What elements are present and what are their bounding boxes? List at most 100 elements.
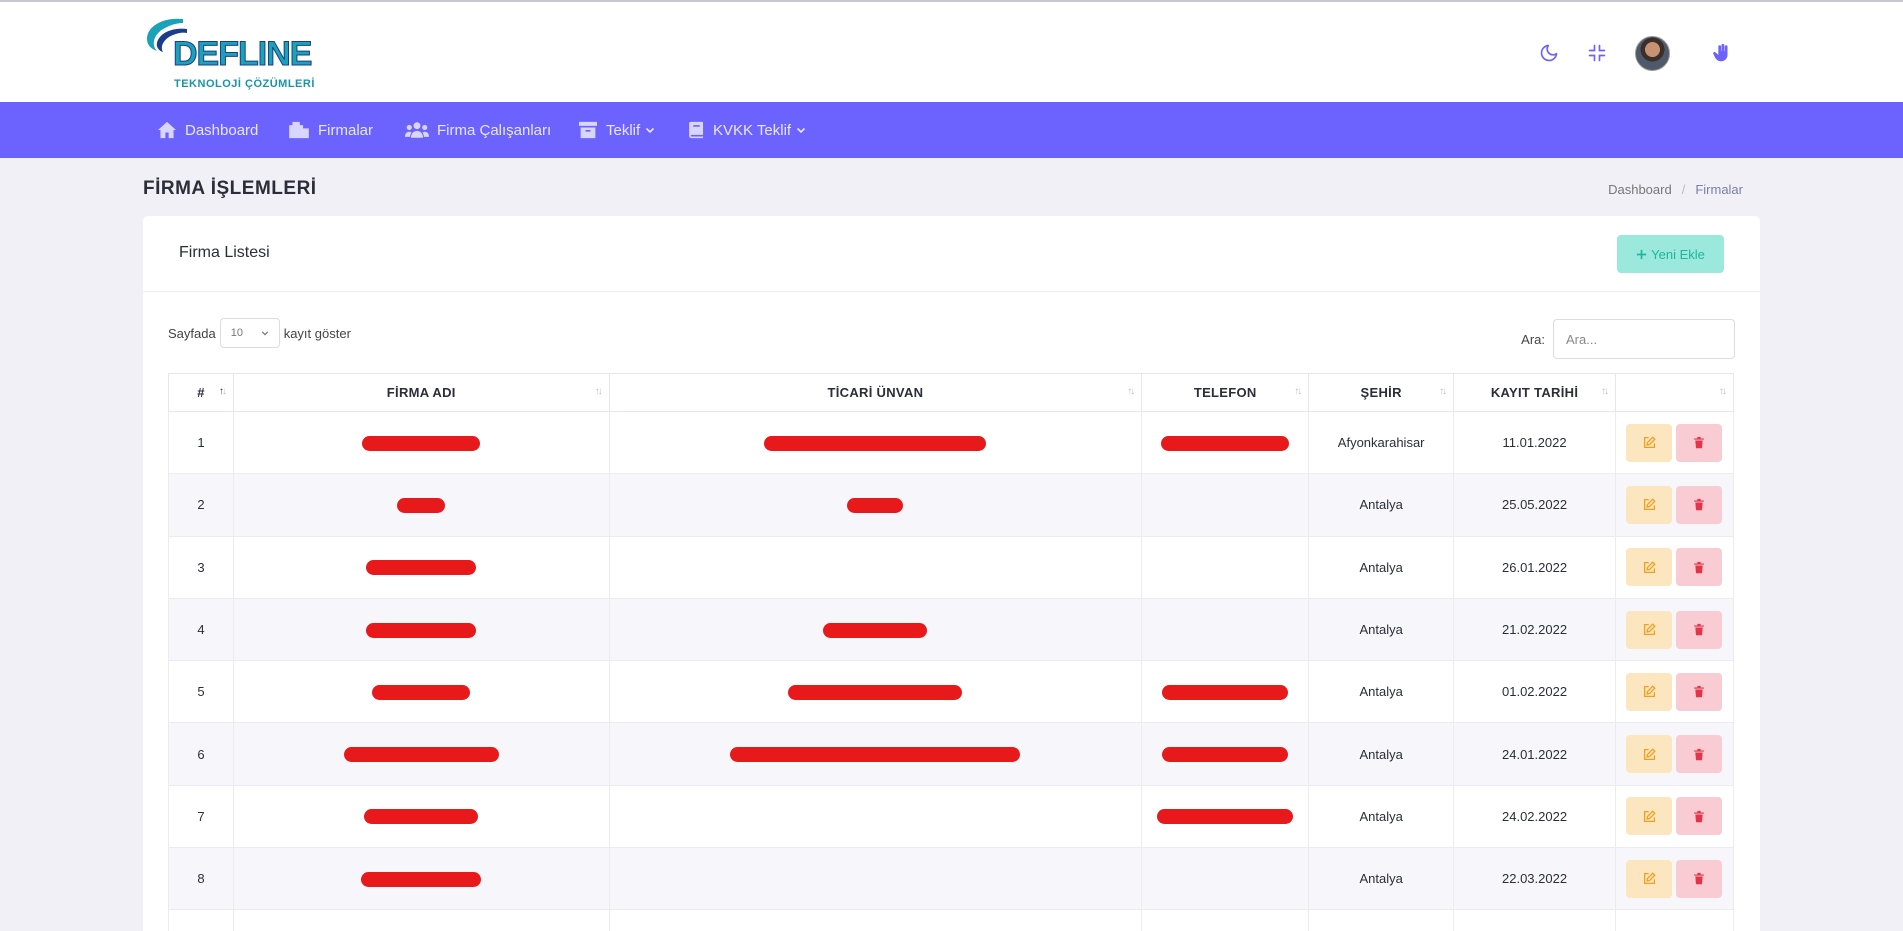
column-header-kayit-tarihi[interactable]: KAYIT TARİHİ ↑↓ [1453,373,1616,412]
delete-button[interactable] [1676,423,1723,462]
table-header-row: # ↑↓ FİRMA ADI ↑↓ TİCARİ ÜNVAN ↑↓ TELEFON ↑↓… [168,373,1735,412]
app-header: DEFLINE TEKNOLOJİ ÇÖZÜMLERİ [0,2,1903,102]
edit-button[interactable] [1626,672,1673,711]
row-actions [1626,548,1723,587]
table-row: 7 Antalya 24.02.2022 [168,784,1735,849]
edit-button[interactable] [1626,423,1673,462]
cell-number: 2 [168,473,234,537]
delete-button[interactable] [1676,548,1723,587]
cell-telefon [1141,847,1310,911]
table-row: 3 Antalya 26.01.2022 [168,535,1735,599]
column-header-firma-adi[interactable]: FİRMA ADI ↑↓ [232,373,610,412]
cell-kayit-tarihi: 25.05.2022 [1453,473,1616,537]
firma-table: # ↑↓ FİRMA ADI ↑↓ TİCARİ ÜNVAN ↑↓ TELEFON ↑↓… [168,373,1735,931]
column-header-telefon[interactable]: TELEFON ↑↓ [1141,373,1310,412]
cell-kayit-tarihi: 11.01.2022 [1453,410,1616,475]
cell-sehir: Antalya [1308,847,1455,911]
cell-kayit-tarihi [1453,909,1616,931]
cell-firma-adi [232,784,610,849]
column-header-number[interactable]: # ↑↓ [168,373,234,412]
cell-number: 5 [168,660,234,724]
edit-icon [1643,623,1656,636]
nav-item-firma-calisanlari[interactable]: Firma Çalışanları [405,102,551,158]
plus-icon [1637,249,1647,259]
cell-number: 3 [168,535,234,599]
column-header-actions[interactable]: ↑↓ [1614,373,1735,412]
cell-sehir: Afyonkarahisar [1308,410,1455,475]
nav-label: Firma Çalışanları [437,121,552,139]
row-actions [1626,672,1723,711]
edit-button[interactable] [1626,797,1673,836]
search-input[interactable] [1553,319,1735,359]
cell-firma-adi [232,847,610,911]
cell-sehir: Antalya [1308,597,1455,662]
page-length-control: Sayfada 10 kayıt göster [168,318,351,348]
cell-number: 8 [168,847,234,911]
table-row: 4 Antalya 21.02.2022 [168,597,1735,662]
table-row: 8 Antalya 22.03.2022 [168,847,1735,911]
breadcrumb-current: Firmalar [1695,182,1743,197]
cell-number: 1 [168,410,234,475]
cell-firma-adi [232,535,610,599]
cell-firma-adi [232,597,610,662]
nav-item-firmalar[interactable]: Firmalar [288,102,373,158]
delete-button[interactable] [1676,797,1723,836]
column-header-ticari-unvan[interactable]: TİCARİ ÜNVAN ↑↓ [608,373,1143,412]
trash-icon [1694,561,1705,573]
redaction-mark [823,622,928,638]
delete-button[interactable] [1676,735,1723,774]
edit-button[interactable] [1626,548,1673,587]
delete-button[interactable] [1676,672,1723,711]
compress-icon[interactable] [1586,42,1608,64]
cell-kayit-tarihi: 24.01.2022 [1453,722,1616,786]
redaction-mark [1162,747,1289,763]
cell-telefon [1141,597,1310,662]
avatar[interactable] [1635,36,1670,71]
add-new-button[interactable]: Yeni Ekle [1617,235,1724,273]
sort-icon: ↑↓ [594,386,603,397]
nav-item-teklif[interactable]: Teklif [578,102,663,158]
delete-button[interactable] [1676,859,1723,898]
edit-button[interactable] [1626,859,1673,898]
trash-icon [1694,873,1705,885]
hand-icon[interactable] [1711,42,1733,64]
brand-logo[interactable]: DEFLINE TEKNOLOJİ ÇÖZÜMLERİ [143,15,343,93]
row-actions [1626,610,1723,649]
trash-icon [1694,810,1705,823]
cell-actions [1614,410,1735,475]
book-icon [689,121,704,139]
delete-button[interactable] [1676,485,1723,524]
redaction-mark [366,622,477,638]
cell-actions [1614,847,1735,911]
edit-icon [1643,685,1656,698]
nav-item-kvkk-teklif[interactable]: KVKK Teklif [688,102,814,158]
redaction-mark [764,435,987,451]
column-header-sehir[interactable]: ŞEHİR ↑↓ [1308,373,1455,412]
nav-item-dashboard[interactable]: Dashboard [157,102,258,158]
row-actions [1626,423,1723,462]
cell-firma-adi [232,660,610,724]
breadcrumb-dashboard[interactable]: Dashboard [1608,182,1672,197]
cell-kayit-tarihi: 22.03.2022 [1453,847,1616,911]
cell-number [168,909,234,931]
cell-actions [1614,722,1735,786]
delete-button[interactable] [1676,610,1723,649]
edit-button[interactable] [1626,610,1673,649]
cell-telefon [1141,473,1310,537]
redaction-mark [366,560,477,576]
edit-button[interactable] [1626,485,1673,524]
cell-ticari-unvan [608,410,1143,475]
firma-list-card: Firma Listesi Yeni Ekle Sayfada 10 kayıt… [143,216,1760,931]
moon-icon[interactable] [1538,42,1560,64]
edit-icon [1643,872,1656,885]
redaction-mark [362,435,481,451]
trash-icon [1694,686,1705,698]
table-row: 6 Antalya 24.01.2022 [168,722,1735,786]
table-row: 2 Antalya 25.05.2022 [168,473,1735,537]
page-length-select[interactable]: 10 [219,318,280,348]
table-body: 1 Afyonkarahisar 11.01.2022 2 Antalya 25… [168,410,1735,931]
cell-sehir [1308,909,1455,931]
edit-button[interactable] [1626,735,1673,774]
row-actions [1626,797,1723,836]
cell-telefon [1141,722,1310,786]
